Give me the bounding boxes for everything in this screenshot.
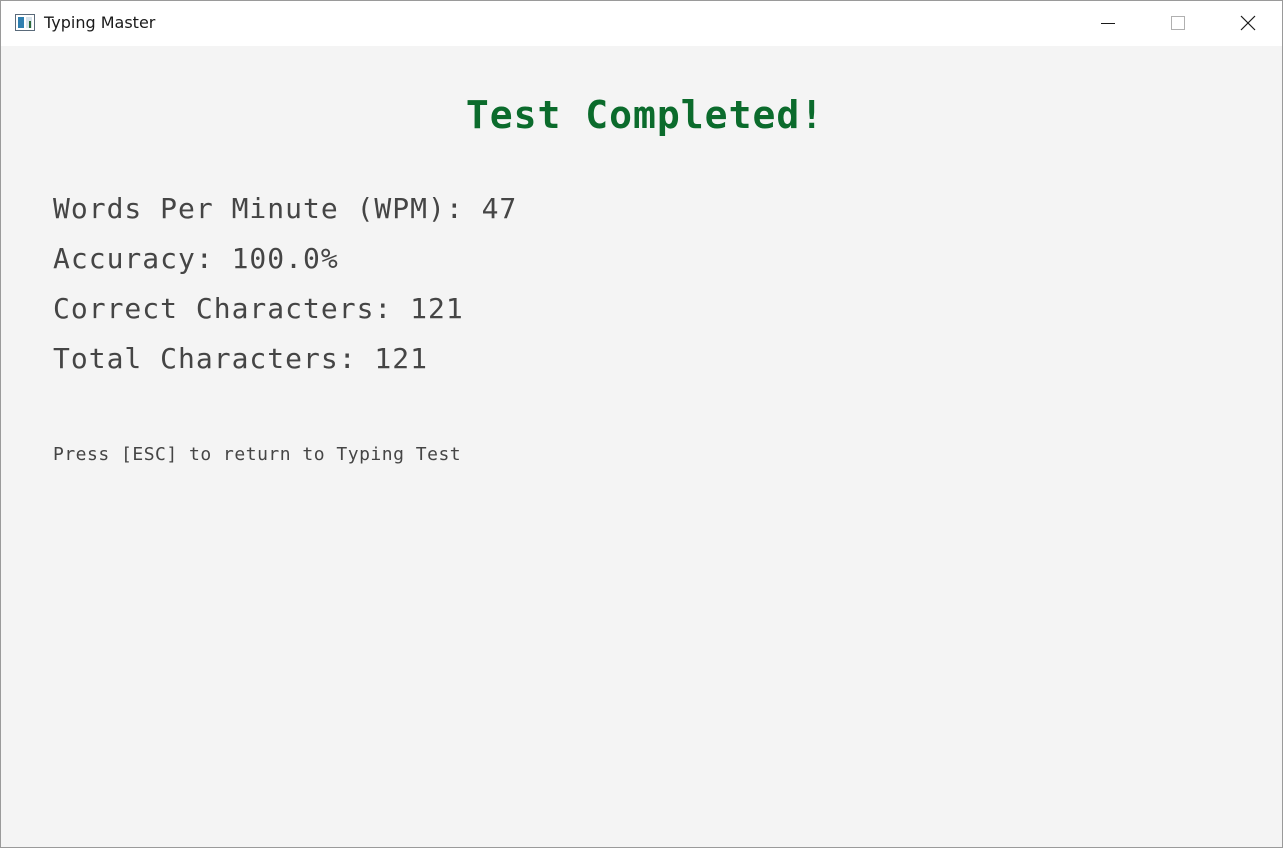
minimize-icon — [1101, 23, 1115, 24]
esc-hint: Press [ESC] to return to Typing Test — [53, 444, 462, 465]
total-characters-stat: Total Characters: 121 — [53, 342, 429, 375]
wpm-stat: Words Per Minute (WPM): 47 — [53, 192, 518, 225]
results-heading: Test Completed! — [465, 93, 825, 137]
app-icon[interactable] — [15, 14, 35, 31]
correct-characters-stat: Correct Characters: 121 — [53, 292, 464, 325]
results-panel: Test Completed! Words Per Minute (WPM): … — [1, 46, 1282, 847]
close-button[interactable] — [1213, 1, 1282, 46]
maximize-icon — [1171, 16, 1185, 30]
app-window: Typing Master Test Completed! Words Per … — [0, 0, 1283, 848]
maximize-button[interactable] — [1143, 1, 1213, 46]
app-icon-pane-left — [18, 17, 24, 28]
accuracy-stat: Accuracy: 100.0% — [53, 242, 339, 275]
minimize-button[interactable] — [1073, 1, 1143, 46]
app-icon-bar — [29, 21, 31, 28]
close-icon — [1240, 15, 1256, 31]
title-bar[interactable]: Typing Master — [1, 1, 1282, 46]
window-title: Typing Master — [44, 13, 156, 32]
